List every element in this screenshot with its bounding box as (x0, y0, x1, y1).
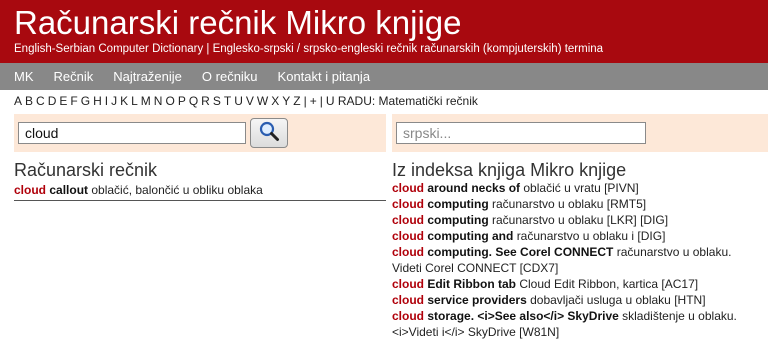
alphabet-index: A B C D E F G H I J K L M N O P Q R S T U V W X Y Z | + | U RADU: … (14, 94, 481, 108)
alphabet-letter-m[interactable]: M (141, 94, 151, 108)
entry-keyword[interactable]: cloud (392, 197, 424, 211)
entry-keyword[interactable]: cloud (392, 229, 424, 243)
serbian-search-panel (392, 114, 768, 152)
alphabet-letter-f[interactable]: F (70, 94, 77, 108)
entry-translation: računarstvo u oblaku [RMT5] (492, 197, 647, 211)
alphabet-plus-link[interactable]: + (310, 94, 317, 108)
entry-keyword[interactable]: cloud (392, 181, 424, 195)
entry-term: callout (49, 183, 89, 197)
entry-translation: računarstvo u oblaku [LKR] [DIG] (492, 213, 669, 227)
dictionary-entry-list: cloud callout oblačić, balončić u obliku… (14, 182, 386, 201)
alphabet-letter-t[interactable]: T (224, 94, 231, 108)
alphabet-letter-c[interactable]: C (36, 94, 45, 108)
main-nav: MK Rečnik Najtraženije O rečniku Kontakt… (0, 63, 768, 90)
dictionary-entry: cloud callout oblačić, balončić u obliku… (14, 182, 386, 198)
nav-item-mk[interactable]: MK (14, 69, 34, 84)
alphabet-letter-a[interactable]: A (14, 94, 22, 108)
alphabet-letter-h[interactable]: H (93, 94, 102, 108)
entry-term: computing and (427, 229, 514, 243)
alphabet-letter-d[interactable]: D (48, 94, 57, 108)
site-title[interactable]: Računarski rečnik Mikro knjige (14, 4, 461, 42)
alphabet-letter-z[interactable]: Z (293, 94, 300, 108)
nav-item-kontakt[interactable]: Kontakt i pitanja (278, 69, 371, 84)
entry-keyword[interactable]: cloud (392, 309, 424, 323)
english-search-panel (14, 114, 386, 152)
index-entry: cloud Edit Ribbon tab Cloud Edit Ribbon,… (392, 276, 762, 292)
entry-term: computing (427, 213, 489, 227)
entry-term: storage. <i>See also</i> SkyDrive (427, 309, 619, 323)
alphabet-letter-y[interactable]: Y (282, 94, 290, 108)
site-subtitle: English-Serbian Computer Dictionary | En… (14, 43, 604, 55)
entry-translation: računarstvo u oblaku i [DIG] (516, 229, 666, 243)
alphabet-letter-i[interactable]: I (105, 94, 108, 108)
entry-term: service providers (427, 293, 527, 307)
index-entry-list: cloud around necks of oblačić u vratu [P… (392, 180, 762, 340)
entry-keyword[interactable]: cloud (392, 245, 424, 259)
magnifier-icon (258, 120, 280, 147)
index-entry: cloud computing računarstvo u oblaku [RM… (392, 196, 762, 212)
index-entry: cloud service providers dobavljači uslug… (392, 292, 762, 308)
in-progress-link[interactable]: U RADU: Matematički rečnik (326, 94, 478, 108)
index-entry: cloud computing and računarstvo u oblaku… (392, 228, 762, 244)
entry-term: computing (427, 197, 489, 211)
alphabet-letter-k[interactable]: K (120, 94, 128, 108)
alphabet-letter-r[interactable]: R (201, 94, 210, 108)
entry-keyword[interactable]: cloud (392, 293, 424, 307)
dictionary-results: Računarski rečnik cloud callout oblačić,… (14, 160, 386, 201)
alphabet-letter-g[interactable]: G (81, 94, 90, 108)
alphabet-letter-e[interactable]: E (59, 94, 67, 108)
alphabet-letter-s[interactable]: S (213, 94, 221, 108)
alphabet-letter-v[interactable]: V (246, 94, 254, 108)
alphabet-letter-q[interactable]: Q (189, 94, 198, 108)
entry-term: around necks of (427, 181, 521, 195)
index-entry: cloud storage. <i>See also</i> SkyDrive … (392, 308, 762, 340)
entry-translation: Cloud Edit Ribbon, kartica [AC17] (519, 277, 699, 291)
entry-keyword[interactable]: cloud (392, 213, 424, 227)
alphabet-separator: | (319, 94, 323, 108)
alphabet-letter-b[interactable]: B (25, 94, 33, 108)
dictionary-title: Računarski rečnik (14, 160, 158, 180)
alphabet-separator: | (303, 94, 307, 108)
index-entry: cloud computing računarstvo u oblaku [LK… (392, 212, 762, 228)
alphabet-letter-p[interactable]: P (178, 94, 186, 108)
entry-translation: dobavljači usluga u oblaku [HTN] (530, 293, 706, 307)
entry-term: Edit Ribbon tab (427, 277, 516, 291)
search-button[interactable] (250, 118, 288, 148)
nav-item-o-recniku[interactable]: O rečniku (202, 69, 258, 84)
index-entry: cloud computing. See Corel CONNECT račun… (392, 244, 762, 276)
serbian-search-input[interactable] (396, 122, 646, 144)
entry-translation: oblačić u vratu [PIVN] (523, 181, 639, 195)
entry-term: computing. See Corel CONNECT (427, 245, 614, 259)
index-results: Iz indeksa knjiga Mikro knjige cloud aro… (392, 160, 762, 340)
alphabet-letter-u[interactable]: U (234, 94, 243, 108)
alphabet-letter-x[interactable]: X (271, 94, 279, 108)
index-title: Iz indeksa knjiga Mikro knjige (392, 160, 627, 180)
alphabet-letter-w[interactable]: W (257, 94, 268, 108)
english-search-input[interactable] (18, 122, 246, 144)
nav-item-recnik[interactable]: Rečnik (54, 69, 94, 84)
entry-keyword[interactable]: cloud (14, 183, 46, 197)
nav-item-najtrazenije[interactable]: Najtraženije (113, 69, 182, 84)
index-entry: cloud around necks of oblačić u vratu [P… (392, 180, 762, 196)
site-header: Računarski rečnik Mikro knjige English-S… (0, 0, 768, 63)
alphabet-letter-o[interactable]: O (165, 94, 174, 108)
entry-translation: oblačić, balončić u obliku oblaka (91, 183, 263, 197)
alphabet-letter-n[interactable]: N (154, 94, 163, 108)
entry-keyword[interactable]: cloud (392, 277, 424, 291)
alphabet-letter-j[interactable]: J (111, 94, 117, 108)
alphabet-letter-l[interactable]: L (131, 94, 138, 108)
